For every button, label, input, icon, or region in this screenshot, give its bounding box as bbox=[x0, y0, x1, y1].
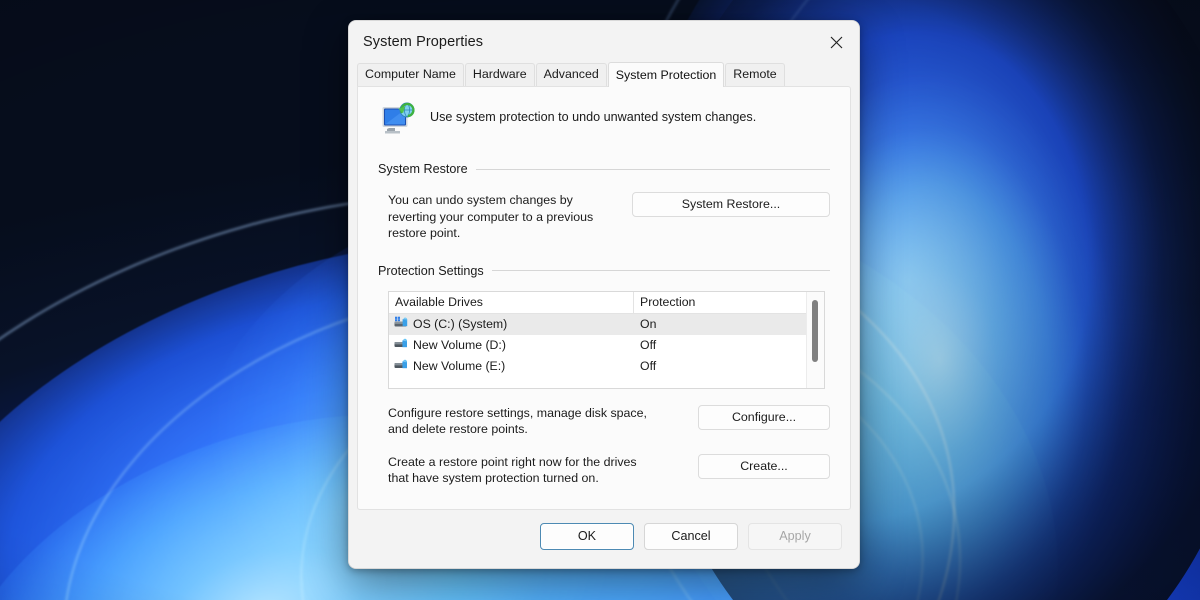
tab-label: Hardware bbox=[472, 67, 527, 81]
configure-button[interactable]: Configure... bbox=[698, 404, 830, 430]
system-restore-button[interactable]: System Restore... bbox=[632, 192, 830, 217]
system-properties-dialog: System Properties Computer Name Hardware… bbox=[348, 20, 860, 569]
tab-advanced[interactable]: Advanced bbox=[535, 63, 607, 86]
create-description: Create a restore point right now for the… bbox=[388, 454, 637, 486]
tab-system-protection[interactable]: System Protection bbox=[607, 62, 725, 87]
close-button[interactable] bbox=[813, 21, 859, 63]
protection-status: Off bbox=[640, 359, 657, 373]
drive-name-cell: OS (C:) (System) bbox=[389, 316, 634, 332]
system-restore-group-title: System Restore bbox=[378, 162, 468, 176]
cancel-button[interactable]: Cancel bbox=[644, 522, 738, 550]
list-body: OS (C:) (System) On New Volume (D:) Off … bbox=[389, 313, 806, 388]
column-header-available-drives[interactable]: Available Drives bbox=[389, 291, 634, 313]
apply-button: Apply bbox=[748, 522, 842, 550]
tab-computer-name[interactable]: Computer Name bbox=[357, 63, 464, 86]
system-restore-group: System Restore You can undo system chang… bbox=[378, 162, 830, 242]
system-protection-icon bbox=[380, 101, 416, 140]
tab-label: Advanced bbox=[543, 67, 599, 81]
protection-settings-group-header: Protection Settings bbox=[378, 264, 830, 278]
drive-label: New Volume (E:) bbox=[413, 359, 506, 373]
system-protection-panel: Use system protection to undo unwanted s… bbox=[357, 86, 851, 510]
protection-settings-group-title: Protection Settings bbox=[378, 263, 484, 278]
table-row[interactable]: New Volume (D:) Off bbox=[389, 335, 806, 356]
system-restore-description: You can undo system changes by reverting… bbox=[388, 193, 594, 240]
protection-settings-group: Protection Settings Available Drives Pro… bbox=[378, 264, 830, 487]
panel-header: Use system protection to undo unwanted s… bbox=[378, 98, 830, 140]
dialog-title: System Properties bbox=[363, 34, 484, 50]
dialog-titlebar[interactable]: System Properties bbox=[349, 21, 859, 63]
system-restore-group-header: System Restore bbox=[378, 162, 830, 176]
panel-header-text: Use system protection to undo unwanted s… bbox=[430, 110, 757, 124]
list-main: Available Drives Protection OS (C:) (Sys… bbox=[389, 291, 806, 388]
protection-status: On bbox=[640, 317, 657, 331]
tab-label: Remote bbox=[733, 67, 777, 81]
dialog-footer: OK Cancel Apply bbox=[349, 510, 859, 568]
system-restore-row: You can undo system changes by reverting… bbox=[378, 192, 830, 242]
create-button[interactable]: Create... bbox=[698, 453, 830, 479]
column-header-protection[interactable]: Protection bbox=[634, 292, 806, 313]
tab-label: System Protection bbox=[615, 68, 717, 82]
configure-row: Configure restore settings, manage disk … bbox=[378, 404, 830, 438]
system-drive-icon bbox=[394, 316, 409, 332]
drive-name-cell: New Volume (E:) bbox=[389, 358, 634, 374]
drive-label: New Volume (D:) bbox=[413, 338, 506, 352]
tab-strip: Computer Name Hardware Advanced System P… bbox=[349, 62, 859, 87]
tab-hardware[interactable]: Hardware bbox=[464, 63, 535, 86]
drive-icon bbox=[394, 337, 409, 353]
group-divider bbox=[491, 270, 830, 271]
drive-name-cell: New Volume (D:) bbox=[389, 337, 634, 353]
configure-description: Configure restore settings, manage disk … bbox=[388, 405, 647, 437]
tab-remote[interactable]: Remote bbox=[725, 63, 785, 86]
protection-status: Off bbox=[640, 338, 657, 352]
desktop: System Properties Computer Name Hardware… bbox=[0, 0, 1200, 600]
close-icon bbox=[830, 36, 843, 49]
drive-icon bbox=[394, 358, 409, 374]
available-drives-list[interactable]: Available Drives Protection OS (C:) (Sys… bbox=[388, 290, 825, 389]
vertical-scrollbar[interactable] bbox=[806, 291, 824, 388]
ok-button[interactable]: OK bbox=[540, 522, 634, 550]
tab-label: Computer Name bbox=[365, 67, 456, 81]
scrollbar-thumb[interactable] bbox=[812, 299, 818, 362]
drive-label: OS (C:) (System) bbox=[413, 317, 508, 331]
create-row: Create a restore point right now for the… bbox=[378, 453, 830, 487]
table-row[interactable]: New Volume (E:) Off bbox=[389, 356, 806, 377]
list-header: Available Drives Protection bbox=[389, 291, 806, 314]
group-divider bbox=[475, 168, 830, 170]
table-row[interactable]: OS (C:) (System) On bbox=[389, 313, 806, 335]
